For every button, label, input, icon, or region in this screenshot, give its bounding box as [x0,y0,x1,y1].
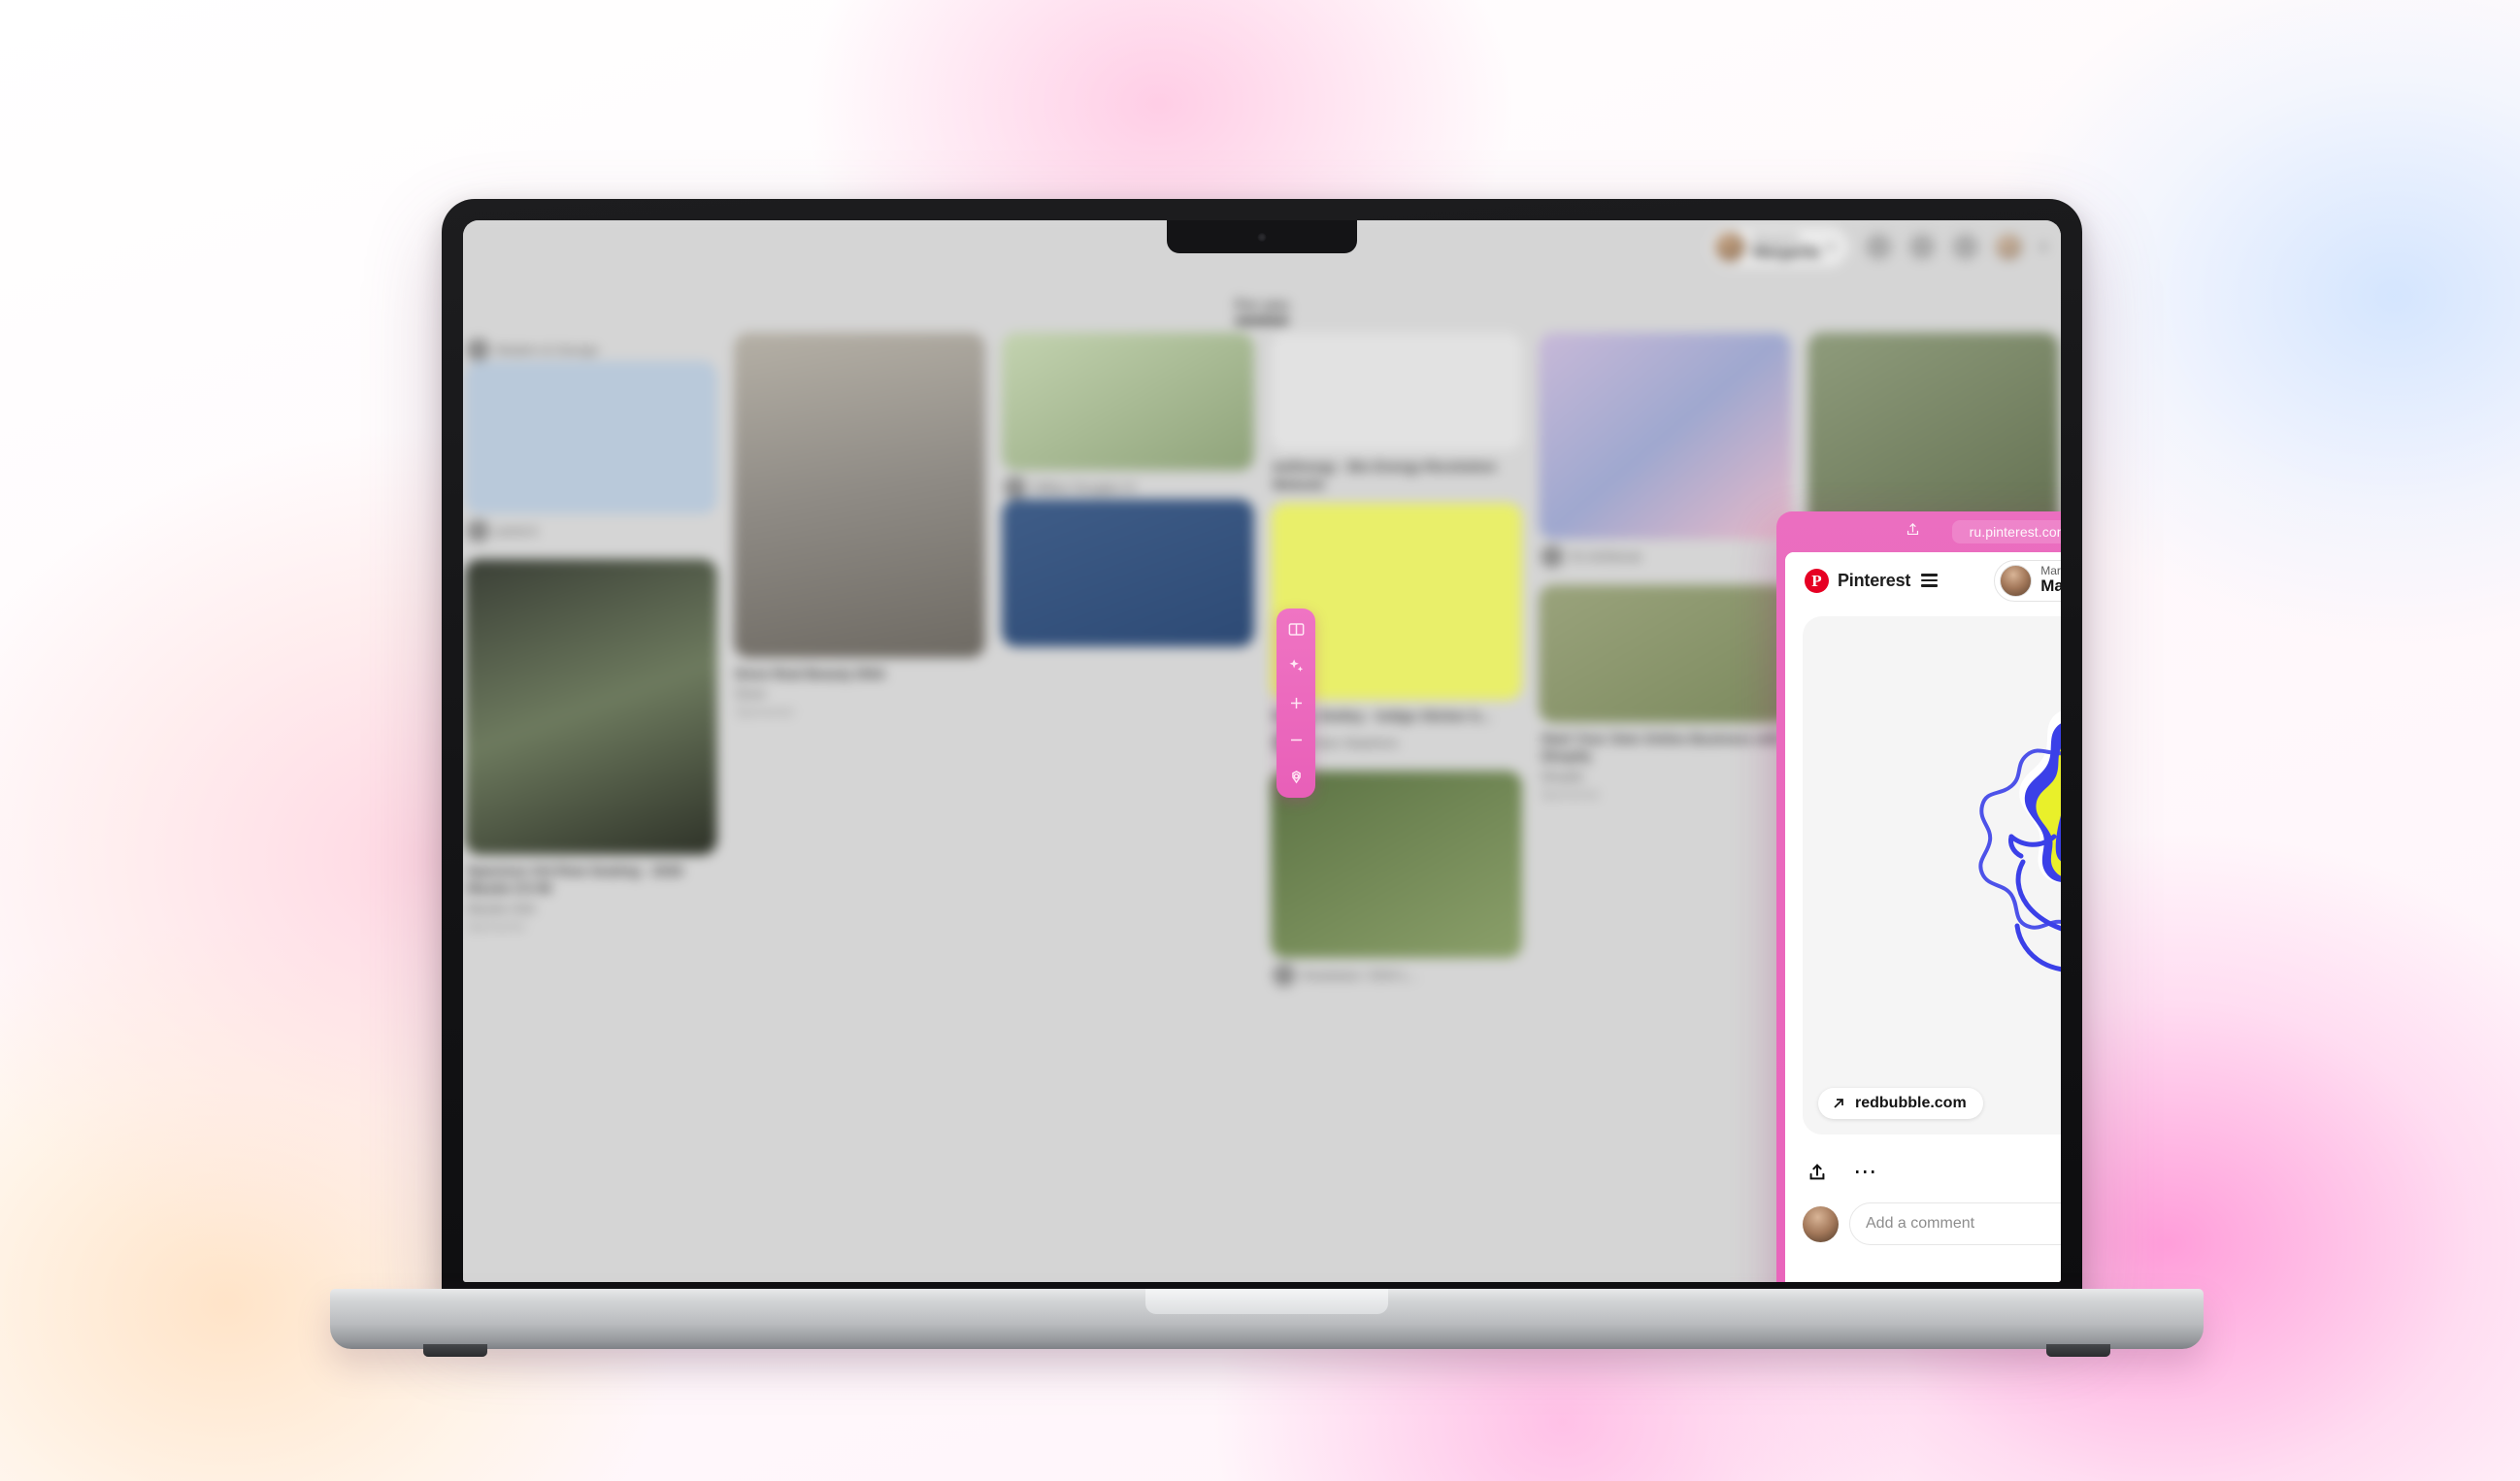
avatar [1541,544,1564,569]
laptop-camera-notch [1167,220,1357,253]
pin-image [1270,770,1522,958]
floating-side-toolbar[interactable] [1277,609,1315,798]
zoom-out-icon[interactable] [1286,730,1307,750]
comment-row: 😃 [1803,1202,2061,1245]
laptop-screen: Margarita Margarita ▾ ▾ For you Modern &… [463,220,2061,1282]
sparkles-ai-icon[interactable] [1286,656,1307,676]
hamburger-menu-icon[interactable] [1921,574,1939,587]
share-icon[interactable] [1905,521,1921,543]
list-item[interactable]: Anastasia / 2024 L... [1270,770,1522,987]
pin-image [1270,332,1522,451]
laptop-foot-left [423,1344,487,1357]
pin-user: Evelyn Stephens [1302,735,1399,750]
popup-content-area: P Pinterest Margarita Margarita [1785,552,2061,1282]
pin-image [1539,332,1791,540]
pinterest-navbar: P Pinterest Margarita Margarita [1785,552,2061,609]
pin-image [464,559,717,855]
share-upload-icon[interactable] [1803,1158,1832,1187]
pin-image [1002,499,1254,647]
list-item[interactable]: Spacious 3rd Row Seating - 2026 Mazda CX… [464,559,717,935]
url-text: ru.pinterest.com/pin/460844974386875259/ [1969,524,2061,540]
pin-title: Spacious 3rd Row Seating - 2026 Mazda CX… [466,862,683,897]
avatar [2000,564,2033,597]
list-item[interactable]: Start Your Own Online Business with Shop… [1539,584,1791,803]
chevron-down-icon: ▾ [1827,239,1836,256]
background-avatar [1715,232,1745,262]
pin-image-container[interactable]: redbubble.com [1803,616,2061,1135]
source-domain-label: redbubble.com [1855,1095,1967,1111]
laptop-base [330,1289,2204,1357]
pin-user: Wilbur Douglas IV [1033,479,1137,496]
pin-image [1002,332,1254,471]
pin-subtitle: Mazda USA [466,901,536,916]
pin-user: It's ArtSense [1570,548,1642,565]
comment-input-wrapper[interactable]: 😃 [1849,1202,2061,1245]
settings-gear-icon[interactable] [1286,767,1307,787]
pin-user: Modern & George [496,342,599,357]
pin-user: Anastasia / 2024 L... [1302,967,1419,983]
popup-title-bar: ru.pinterest.com/pin/460844974386875259/ [1776,511,2061,552]
smiley-sticker-image [1803,616,2061,1135]
avatar [1004,476,1027,500]
list-item[interactable]: It's ArtSense [1539,332,1791,569]
laptop-foot-right [2046,1344,2110,1357]
pin-sponsored: Sponsored [735,705,793,719]
background-search-icon[interactable] [1866,234,1893,260]
pin-image [1539,584,1791,723]
background-messages-icon[interactable] [1952,234,1979,260]
avatar [466,519,490,543]
pin-subtitle: Dove [735,686,766,702]
more-options-icon[interactable]: ⋯ [1851,1158,1880,1187]
background-account-avatar[interactable] [1996,234,2023,260]
comment-input[interactable] [1866,1215,2061,1233]
account-switcher[interactable]: Margarita Margarita [1994,559,2061,602]
pin-title: Start Your Own Online Business with Shop… [1541,730,1784,765]
pin-user: pvest.it [496,523,538,539]
background-notifications-bell-icon[interactable] [1909,234,1936,260]
laptop-mockup: Margarita Margarita ▾ ▾ For you Modern &… [330,199,2204,1357]
pin-title: Dove Real Beauty DNA [735,665,886,681]
pin-image [733,332,985,658]
background-tab-label: For you [1235,297,1289,314]
list-item[interactable]: Modern & George pvest.it [464,338,717,543]
pin-action-bar: ⋯ My Save [1803,1148,2061,1197]
url-bar[interactable]: ru.pinterest.com/pin/460844974386875259/ [1951,520,2061,543]
pin-subtitle: Shopify [1541,769,1584,784]
avatar [466,338,490,362]
background-chevron-down-icon[interactable]: ▾ [2039,238,2047,255]
reader-view-icon[interactable] [1286,619,1307,640]
list-item[interactable]: Wilbur Douglas IV [1002,332,1254,647]
avatar [1803,1205,1839,1242]
laptop-lid: Margarita Margarita ▾ ▾ For you Modern &… [442,199,2082,1300]
zoom-in-icon[interactable] [1286,693,1307,713]
source-domain-pill[interactable]: redbubble.com [1818,1088,1983,1119]
external-link-arrow-icon [1834,1099,1843,1108]
account-name-main: Margarita [2040,576,2061,596]
pinterest-popup-window[interactable]: ru.pinterest.com/pin/460844974386875259/ [1776,511,2061,1282]
tab-underline [1235,318,1289,324]
pin-detail-scroll-area[interactable]: redbubble.com ⋯ Add a comment [1785,609,2061,1282]
list-item[interactable]: Dove Real Beauty DNA Dove Sponsored [733,332,985,719]
avatar [1272,963,1296,987]
brand-name: Pinterest [1838,570,1911,590]
background-account-switcher[interactable]: Margarita Margarita ▾ [1710,227,1849,267]
pin-image [464,361,717,514]
pin-sponsored: Sponsored [466,919,524,935]
background-account-name-main: Margarita [1752,244,1820,261]
pinterest-logo-icon: P [1805,568,1829,593]
pin-sponsored: Sponsored [1541,787,1599,803]
pin-title: wellnergy - Bio Energy Revolution Websit… [1272,458,1497,493]
pinterest-brand[interactable]: P Pinterest [1805,568,1939,593]
background-tab-for-you[interactable]: For you [1235,297,1289,324]
